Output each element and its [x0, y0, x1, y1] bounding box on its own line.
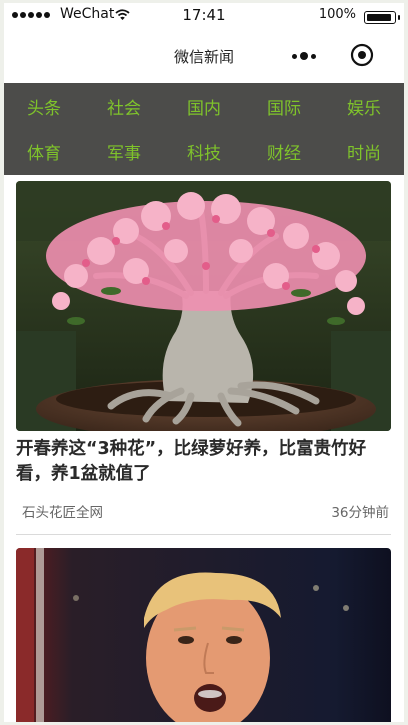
article-source: 石头花匠全网 — [22, 505, 103, 521]
category-tab[interactable]: 军事 — [84, 129, 164, 174]
category-tab[interactable]: 财经 — [244, 129, 324, 174]
battery-percent: 100% — [318, 7, 356, 22]
article-thumbnail-flower-bonsai[interactable] — [16, 181, 391, 431]
card-divider — [16, 534, 391, 535]
news-card[interactable] — [16, 548, 391, 722]
news-card[interactable]: 开春养这“3种花”，比绿萝好养，比富贵竹好看，养1盆就值了 石头花匠全网 36分… — [16, 181, 391, 521]
category-nav: 头条 社会 国内 国际 娱乐 体育 军事 科技 财经 时尚 — [4, 83, 404, 175]
phone-screen: WeChat 17:41 100% 微信新闻 头条 社会 国内 国际 娱乐 体育… — [4, 3, 404, 722]
status-bar: WeChat 17:41 100% — [4, 3, 404, 29]
news-feed: 开春养这“3种花”，比绿萝好养，比富贵竹好看，养1盆就值了 石头花匠全网 36分… — [4, 175, 404, 722]
category-tab[interactable]: 体育 — [4, 129, 84, 174]
category-tab[interactable]: 娱乐 — [324, 84, 404, 129]
category-tab[interactable]: 科技 — [164, 129, 244, 174]
more-options-button[interactable] — [292, 49, 324, 63]
category-tab[interactable]: 国际 — [244, 84, 324, 129]
category-tab[interactable]: 社会 — [84, 84, 164, 129]
page-title: 微信新闻 — [173, 48, 234, 66]
battery-icon — [364, 11, 400, 24]
article-meta: 石头花匠全网 36分钟前 — [16, 501, 391, 521]
category-tab[interactable]: 头条 — [4, 84, 84, 129]
category-tab[interactable]: 国内 — [164, 84, 244, 129]
article-time: 36分钟前 — [331, 505, 389, 521]
category-tab[interactable]: 时尚 — [324, 129, 404, 174]
article-title[interactable]: 开春养这“3种花”，比绿萝好养，比富贵竹好看，养1盆就值了 — [16, 437, 391, 487]
nav-bar: 微信新闻 — [4, 29, 404, 83]
article-thumbnail-portrait[interactable] — [16, 548, 391, 722]
close-miniprogram-button[interactable] — [350, 43, 374, 67]
